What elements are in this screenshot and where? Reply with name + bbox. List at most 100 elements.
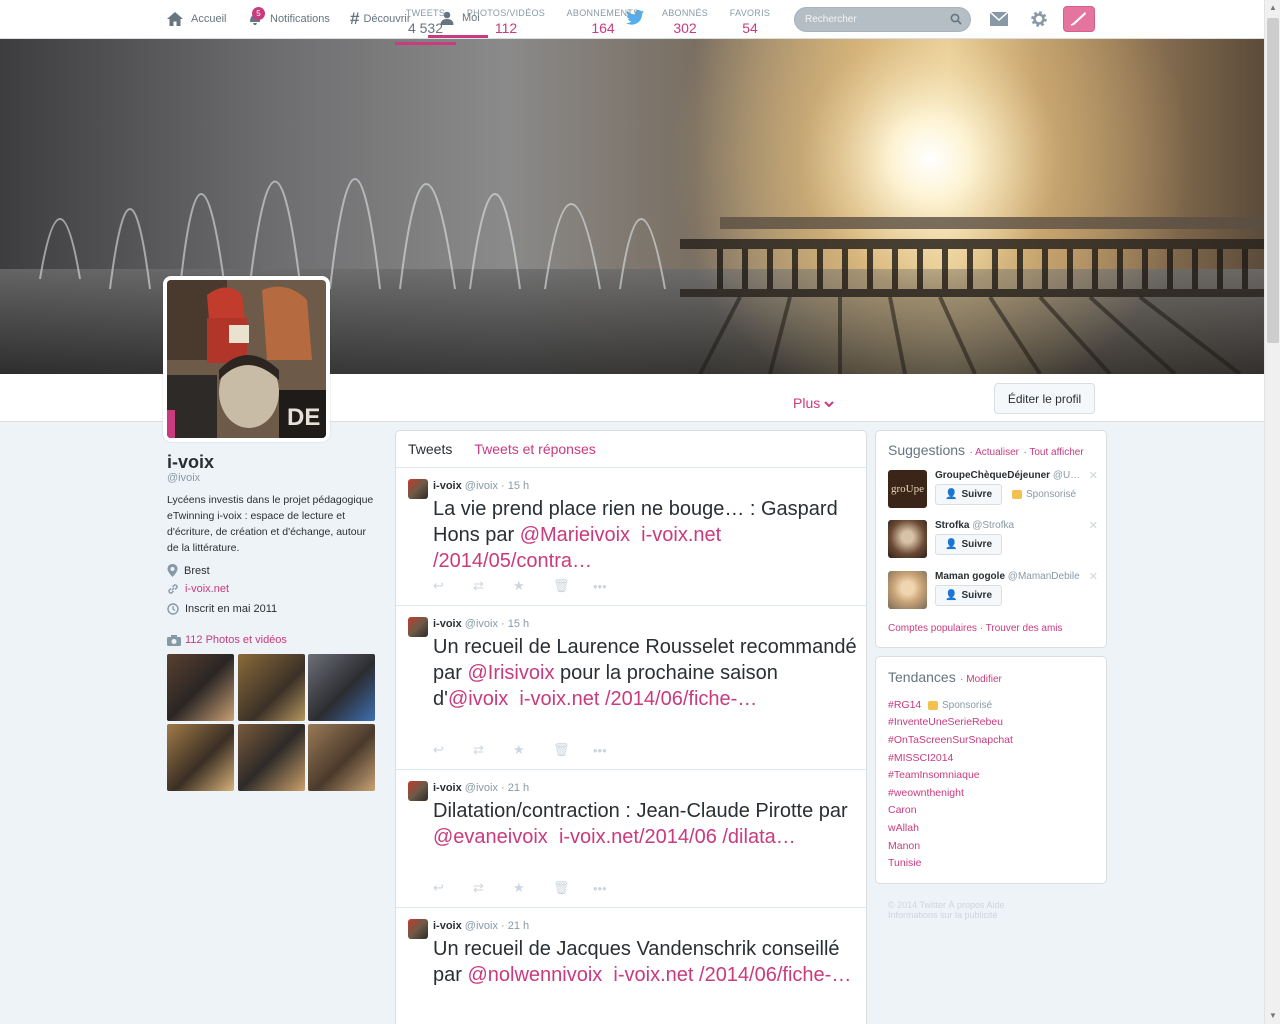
tweet-time[interactable]: · 21 h xyxy=(501,920,529,932)
photo-thumbnail[interactable] xyxy=(238,654,305,721)
popular-accounts-find-friends-link[interactable]: Comptes populaires · Trouver des amis xyxy=(888,623,1063,634)
more-dots-icon[interactable]: ••• xyxy=(593,743,633,758)
tweet-timeline: Tweets Tweets et réponses i-voix @ivoix … xyxy=(395,430,867,1024)
trend-item[interactable]: Caron xyxy=(888,804,917,816)
search-icon[interactable] xyxy=(950,13,962,25)
retweet-icon[interactable]: ⇄ xyxy=(473,742,513,758)
reply-icon[interactable]: ↩ xyxy=(433,578,473,594)
suggestion-name[interactable]: Maman gogole @MamanDebile xyxy=(935,571,1080,582)
tweet-avatar[interactable] xyxy=(408,919,428,939)
more-dropdown[interactable]: Plus xyxy=(793,395,834,411)
profile-website-link[interactable]: i-voix.net xyxy=(167,583,229,595)
trend-item[interactable]: Manon xyxy=(888,840,920,852)
profile-name[interactable]: i-voix xyxy=(167,452,214,473)
chevron-down-icon xyxy=(824,401,834,408)
favorite-star-icon[interactable]: ★ xyxy=(513,880,553,896)
stat-following[interactable]: ABONNEMENTS 164 xyxy=(566,8,640,36)
settings-gear-icon[interactable] xyxy=(1030,10,1048,28)
trend-item[interactable]: wAllah xyxy=(888,822,919,834)
profile-avatar[interactable]: DE xyxy=(163,276,330,442)
tweet-item[interactable]: i-voix @ivoix · 15 h La vie prend place … xyxy=(396,468,866,606)
favorite-star-icon[interactable]: ★ xyxy=(513,742,553,758)
photo-thumbnail[interactable] xyxy=(308,654,375,721)
trend-item[interactable]: #OnTaScreenSurSnapchat xyxy=(888,734,1013,746)
tweet-author[interactable]: i-voix xyxy=(433,618,462,630)
trend-item[interactable]: Tunisie xyxy=(888,857,921,869)
follow-button[interactable]: 👤 Suivre xyxy=(935,484,1002,505)
suggestion-name[interactable]: Strofka @Strofka xyxy=(935,520,1014,531)
tweet-avatar[interactable] xyxy=(408,617,428,637)
nav-home[interactable]: Accueil xyxy=(167,0,226,38)
trend-item[interactable]: #RG14 xyxy=(888,699,921,711)
delete-trash-icon[interactable]: 🗑 xyxy=(553,742,593,758)
tweet-mention-link[interactable]: @Marieivoix xyxy=(520,524,630,546)
tweet-item[interactable]: i-voix @ivoix · 15 h Un recueil de Laure… xyxy=(396,606,866,770)
follow-button[interactable]: 👤 Suivre xyxy=(935,585,1002,606)
tweet-mention-link[interactable]: @Irisivoix xyxy=(467,662,554,684)
tweet-time[interactable]: · 15 h xyxy=(501,618,529,630)
refresh-suggestions-link[interactable]: · Actualiser xyxy=(970,447,1019,458)
photo-thumbnail[interactable] xyxy=(167,654,234,721)
delete-trash-icon[interactable]: 🗑 xyxy=(553,578,593,594)
trend-item[interactable]: #InventeUneSerieRebeu xyxy=(888,716,1003,728)
photo-thumbnail[interactable] xyxy=(167,724,234,791)
scroll-down-arrow-icon[interactable]: ▼ xyxy=(1265,1008,1280,1024)
change-trends-link[interactable]: · Modifier xyxy=(960,674,1002,685)
retweet-icon[interactable]: ⇄ xyxy=(473,578,513,594)
dismiss-close-icon[interactable]: ✕ xyxy=(1089,469,1098,482)
dismiss-close-icon[interactable]: ✕ xyxy=(1089,570,1098,583)
search-input[interactable] xyxy=(795,8,945,31)
view-all-suggestions-link[interactable]: · Tout afficher xyxy=(1023,447,1083,458)
photos-videos-link[interactable]: 112 Photos et vidéos xyxy=(167,634,287,646)
footer-ads-info-link[interactable]: Informations sur la publicité xyxy=(888,910,1068,920)
favorite-star-icon[interactable]: ★ xyxy=(513,578,553,594)
suggestion-name-text: GroupeChèqueDéjeuner xyxy=(935,470,1051,481)
suggestion-avatar[interactable] xyxy=(888,520,927,558)
tweet-time[interactable]: · 21 h xyxy=(501,782,529,794)
tweet-time[interactable]: · 15 h xyxy=(501,480,529,492)
nav-notifications[interactable]: 5 Notifications xyxy=(246,0,330,38)
stat-favorites[interactable]: FAVORIS 54 xyxy=(728,8,772,36)
tweet-mention-link[interactable]: @ivoix xyxy=(448,688,508,710)
reply-icon[interactable]: ↩ xyxy=(433,880,473,896)
messages-icon[interactable] xyxy=(990,12,1008,26)
suggestion-name[interactable]: GroupeChèqueDéjeuner @U… xyxy=(935,470,1080,481)
stat-tweets[interactable]: TWEETS 4 532 xyxy=(395,8,456,45)
tweet-item[interactable]: i-voix @ivoix · 21 h Dilatation/contract… xyxy=(396,770,866,908)
delete-trash-icon[interactable]: 🗑 xyxy=(553,880,593,896)
suggestion-avatar[interactable]: groUpe xyxy=(888,470,927,508)
stat-followers[interactable]: ABONNÉS 302 xyxy=(658,8,712,36)
tweet-item[interactable]: i-voix @ivoix · 21 h Un recueil de Jacqu… xyxy=(396,908,866,1024)
edit-profile-button[interactable]: Éditer le profil xyxy=(994,383,1095,414)
scroll-up-arrow-icon[interactable]: ▲ xyxy=(1265,0,1280,16)
tweet-avatar[interactable] xyxy=(408,781,428,801)
tweet-url-link[interactable]: i-voix.net /2014/06/fiche-… xyxy=(613,964,851,986)
trend-item[interactable]: #TeamInsomniaque xyxy=(888,769,980,781)
tweet-avatar[interactable] xyxy=(408,479,428,499)
suggestion-avatar[interactable] xyxy=(888,571,927,609)
tweet-author[interactable]: i-voix xyxy=(433,480,462,492)
compose-tweet-button[interactable] xyxy=(1063,6,1095,32)
dismiss-close-icon[interactable]: ✕ xyxy=(1089,519,1098,532)
trend-item[interactable]: #weownthenight xyxy=(888,787,964,799)
scrollbar-thumb[interactable] xyxy=(1267,18,1279,343)
tweet-author[interactable]: i-voix xyxy=(433,920,462,932)
retweet-icon[interactable]: ⇄ xyxy=(473,880,513,896)
follow-button[interactable]: 👤 Suivre xyxy=(935,534,1002,555)
photo-thumbnail[interactable] xyxy=(308,724,375,791)
tweet-mention-link[interactable]: @nolwennivoix xyxy=(467,964,602,986)
stat-photos-videos[interactable]: PHOTOS/VIDÉOS 112 xyxy=(466,8,546,36)
more-dots-icon[interactable]: ••• xyxy=(593,881,633,896)
trend-item[interactable]: #MISSCI2014 xyxy=(888,752,953,764)
photo-thumbnail[interactable] xyxy=(238,724,305,791)
more-dots-icon[interactable]: ••• xyxy=(593,579,633,594)
tab-tweets[interactable]: Tweets xyxy=(408,441,452,457)
reply-icon[interactable]: ↩ xyxy=(433,742,473,758)
footer-links[interactable]: © 2014 Twitter À propos Aide xyxy=(888,900,1068,910)
tweet-url-link[interactable]: i-voix.net/2014/06 /dilata… xyxy=(559,826,796,848)
tweet-mention-link[interactable]: @evaneivoix xyxy=(433,826,548,848)
tab-tweets-replies[interactable]: Tweets et réponses xyxy=(474,441,595,457)
tweet-url-link[interactable]: i-voix.net /2014/06/fiche-… xyxy=(519,688,757,710)
page-scrollbar[interactable]: ▲ ▼ xyxy=(1264,0,1280,1024)
tweet-author[interactable]: i-voix xyxy=(433,782,462,794)
